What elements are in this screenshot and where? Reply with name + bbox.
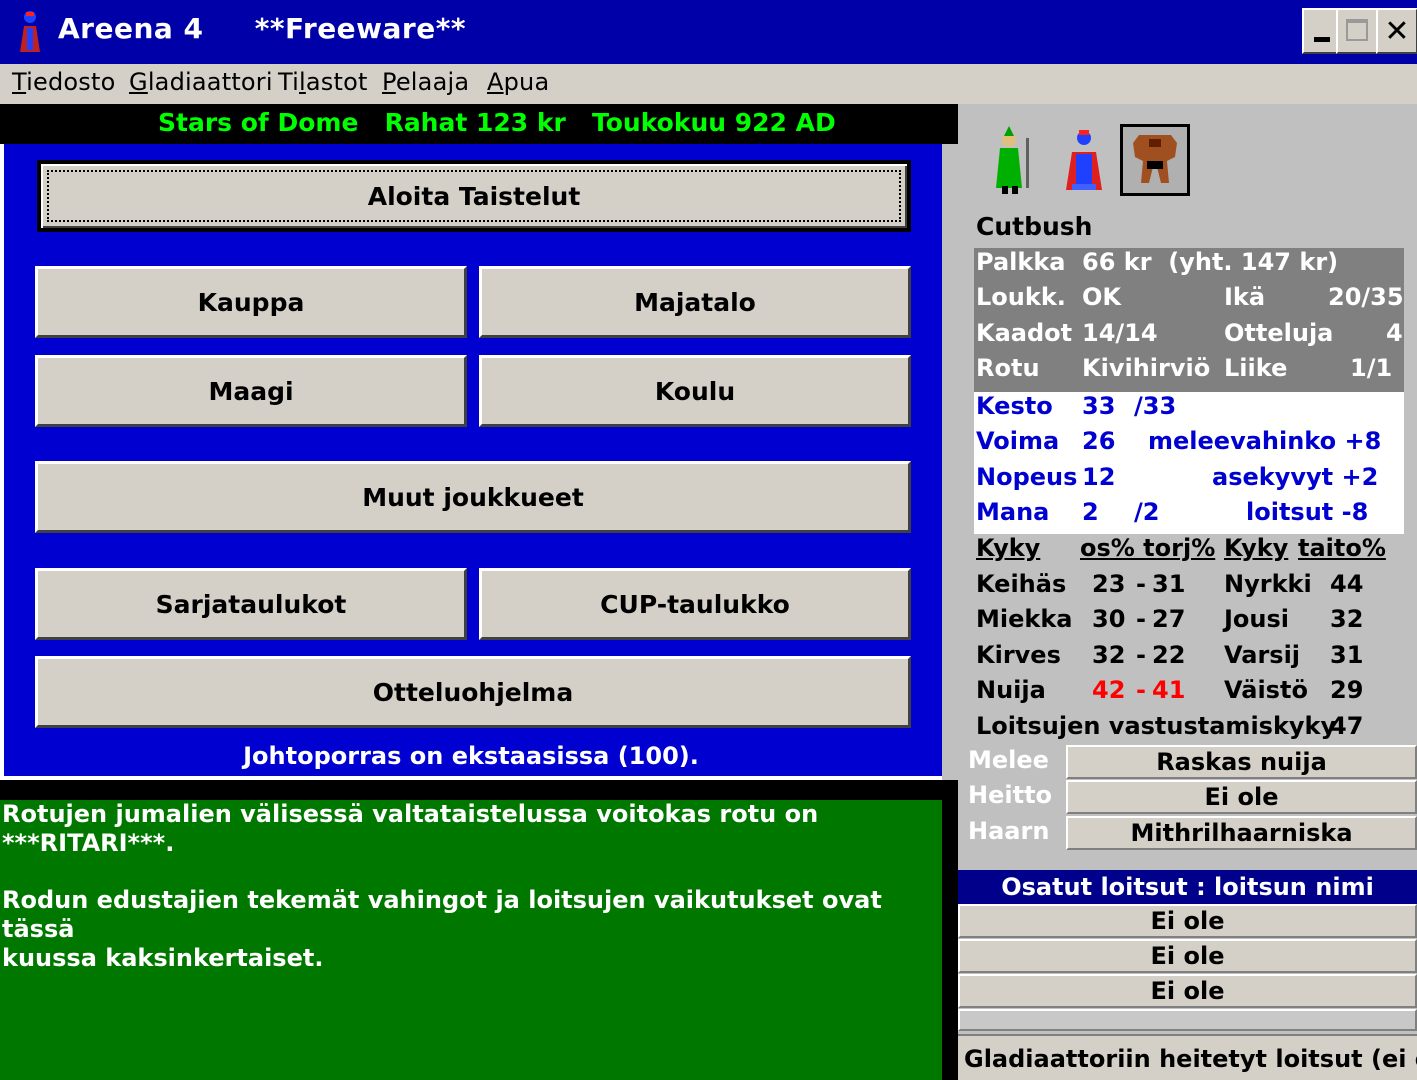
league-tables-button[interactable]: Sarjataulukot: [35, 568, 467, 640]
message-line: Rodun edustajien tekemät vahingot ja loi…: [2, 886, 882, 943]
menu-tilastot[interactable]: Tilastot: [278, 68, 368, 96]
skills-table: Kyky os% torj% Kyky taito% Keihäs 23 - 3…: [976, 534, 1386, 740]
gladiator-stats: Kesto 33 /33 Voima 26 meleevahinko +8 No…: [974, 392, 1404, 534]
gladiator-portrait-2[interactable]: [1054, 124, 1124, 196]
main-menu-panel: Aloita Taistelut Kauppa Majatalo Maagi K…: [0, 144, 942, 780]
maximize-button[interactable]: [1336, 8, 1378, 54]
spells-mod: loitsut -8: [1246, 498, 1369, 526]
weapon-skills: asekyvyt +2: [1212, 463, 1379, 491]
minimize-icon: [1314, 37, 1330, 42]
mage-button[interactable]: Maagi: [35, 355, 467, 427]
shop-button[interactable]: Kauppa: [35, 266, 467, 338]
date: Toukokuu 922 AD: [591, 108, 836, 137]
age-value: 20/35: [1328, 283, 1404, 311]
mana-value: 2: [1082, 498, 1099, 526]
inn-button[interactable]: Majatalo: [479, 266, 911, 338]
kills-value: 14/14: [1082, 319, 1158, 347]
gladiator-portrait-3-selected[interactable]: [1120, 124, 1190, 196]
spell-slot[interactable]: Ei ole: [958, 904, 1417, 938]
gladiator-name: Cutbush: [976, 212, 1093, 241]
throw-label: Heitto: [968, 781, 1053, 809]
close-button[interactable]: ✕: [1376, 8, 1417, 54]
spell-resistance-label: Loitsujen vastustamiskyky: [976, 712, 1337, 740]
gladiator-info: Palkka 66 kr (yht. 147 kr) Loukk. OK Ikä…: [974, 248, 1404, 392]
matches-value: 4: [1386, 319, 1403, 347]
spell-slot[interactable]: Ei ole: [958, 939, 1417, 973]
menu-tiedosto[interactable]: Tiedosto: [12, 68, 115, 96]
other-teams-button[interactable]: Muut joukkueet: [35, 461, 911, 533]
armor-label: Haarn: [968, 817, 1050, 845]
maximize-icon: [1346, 19, 1368, 41]
race-value: Kivihirviö: [1082, 354, 1211, 382]
melee-weapon-slot[interactable]: Raskas nuija: [1066, 745, 1417, 779]
schedule-button[interactable]: Otteluohjelma: [35, 656, 911, 728]
cast-spells-status: Gladiaattoriin heitetyt loitsut (ei ole): [958, 1034, 1417, 1080]
message-line: Rotujen jumalien välisessä valtataistelu…: [2, 800, 819, 857]
throw-weapon-slot[interactable]: Ei ole: [1066, 780, 1417, 814]
school-button[interactable]: Koulu: [479, 355, 911, 427]
melee-label: Melee: [968, 746, 1049, 774]
menu-bar: Tiedosto Gladiaattori Tilastot Pelaaja A…: [0, 64, 1417, 104]
leader-mood-text: Johtoporras on ekstaasissa (100).: [243, 742, 699, 770]
strength-value: 26: [1082, 427, 1116, 455]
armor-slot[interactable]: Mithrilhaarniska: [1066, 816, 1417, 850]
start-fights-button[interactable]: Aloita Taistelut: [37, 160, 911, 232]
separator: [0, 780, 958, 800]
title-bar: Areena 4 **Freeware** ✕: [0, 0, 1417, 64]
team-status-bar: Stars of Dome Rahat 123 kr Toukokuu 922 …: [0, 104, 958, 144]
endurance-value: 33: [1082, 392, 1116, 420]
menu-gladiaattori[interactable]: Gladiaattori: [129, 68, 273, 96]
message-line: kuussa kaksinkertaiset.: [2, 944, 324, 972]
team-name: Stars of Dome: [158, 108, 359, 137]
move-value: 1/1: [1350, 354, 1393, 382]
salary-value: 66 kr (yht. 147 kr): [1082, 248, 1339, 276]
cup-table-button[interactable]: CUP-taulukko: [479, 568, 911, 640]
window-title: Areena 4 **Freeware**: [58, 12, 467, 45]
melee-damage: meleevahinko +8: [1148, 427, 1382, 455]
app-icon: [20, 11, 40, 52]
speed-value: 12: [1082, 463, 1116, 491]
money: Rahat 123 kr: [384, 108, 566, 137]
known-spells-header: Osatut loitsut : loitsun nimi (taito%): [958, 870, 1417, 935]
gladiator-portrait-1[interactable]: [982, 124, 1052, 196]
menu-pelaaja[interactable]: Pelaaja: [382, 68, 469, 96]
spell-slot[interactable]: Ei ole: [958, 974, 1417, 1008]
message-log: Rotujen jumalien välisessä valtataistelu…: [0, 800, 942, 1080]
spell-slot-empty: [958, 1009, 1417, 1031]
gladiator-panel: Cutbush Palkka 66 kr (yht. 147 kr) Loukk…: [958, 104, 1417, 1080]
close-icon: ✕: [1384, 13, 1410, 49]
menu-apua[interactable]: Apua: [487, 68, 549, 96]
injury-value: OK: [1082, 283, 1121, 311]
status-line: Stars of Dome Rahat 123 kr Toukokuu 922 …: [158, 108, 836, 137]
spell-resistance-value: 47: [1330, 712, 1364, 740]
